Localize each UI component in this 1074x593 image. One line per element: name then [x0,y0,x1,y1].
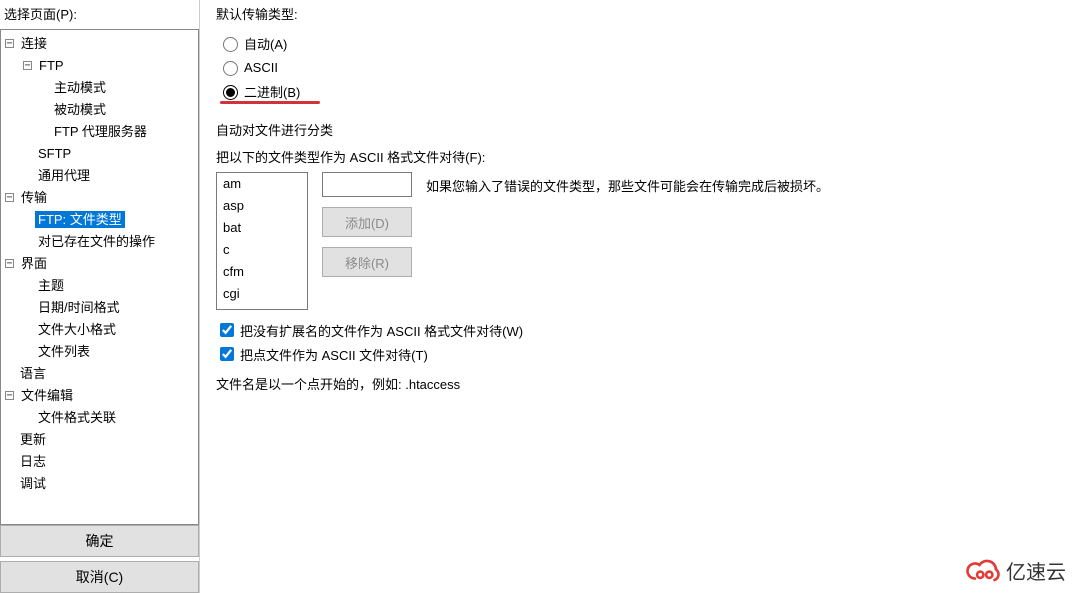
radio-auto-label: 自动(A) [244,34,287,53]
collapse-icon[interactable]: − [5,193,14,202]
radio-ascii[interactable] [223,61,238,76]
cloud-icon [966,557,1002,585]
collapse-icon[interactable]: − [5,391,14,400]
default-transfer-type-label: 默认传输类型: [216,4,1062,23]
radio-ascii-label: ASCII [244,60,278,75]
list-item[interactable]: bat [217,217,307,239]
tree-passive-mode[interactable]: 被动模式 [1,98,198,120]
brand-text: 亿速云 [1006,556,1066,585]
tree-ftp-file-types[interactable]: FTP: 文件类型 [1,208,198,230]
tree-ftp[interactable]: −FTP [1,54,198,76]
radio-auto[interactable] [223,37,238,52]
chk-dotfiles-row[interactable]: 把点文件作为 ASCII 文件对待(T) [216,342,1062,366]
tree-language[interactable]: 语言 [1,362,198,384]
tree-transfer[interactable]: −传输 [1,186,198,208]
radio-binary-label: 二进制(B) [244,82,300,101]
add-button[interactable]: 添加(D) [322,207,412,237]
right-pane: 默认传输类型: 自动(A) ASCII 二进制(B) 自动对文件进行分类 把以下… [200,0,1074,593]
tree-ftp-proxy[interactable]: FTP 代理服务器 [1,120,198,142]
tree-generic-proxy[interactable]: 通用代理 [1,164,198,186]
chk-no-ext-row[interactable]: 把没有扩展名的文件作为 ASCII 格式文件对待(W) [216,318,1062,342]
remove-button[interactable]: 移除(R) [322,247,412,277]
tree-file-assoc[interactable]: 文件格式关联 [1,406,198,428]
select-page-label: 选择页面(P): [0,0,199,29]
collapse-icon[interactable]: − [23,61,32,70]
tree-file-edit[interactable]: −文件编辑 [1,384,198,406]
radio-ascii-row[interactable]: ASCII [218,55,1062,79]
tree-theme[interactable]: 主题 [1,274,198,296]
radio-auto-row[interactable]: 自动(A) [218,31,1062,55]
tree-update[interactable]: 更新 [1,428,198,450]
tree-sftp[interactable]: SFTP [1,142,198,164]
page-tree[interactable]: −连接 −FTP 主动模式 被动模式 FTP 代理服务器 SFTP 通用代理 −… [0,29,199,525]
ascii-extensions-listbox[interactable]: am asp bat c cfm cgi [216,172,308,310]
tree-filelist[interactable]: 文件列表 [1,340,198,362]
collapse-icon[interactable]: − [5,259,14,268]
tree-datetime[interactable]: 日期/时间格式 [1,296,198,318]
ok-button[interactable]: 确定 [0,525,199,557]
list-item[interactable]: am [217,173,307,195]
tree-active-mode[interactable]: 主动模式 [1,76,198,98]
hint-text: 如果您输入了错误的文件类型，那些文件可能会在传输完成后被损坏。 [426,172,1062,195]
radio-binary-row[interactable]: 二进制(B) [218,79,1062,103]
tree-file-exists[interactable]: 对已存在文件的操作 [1,230,198,252]
brand-logo: 亿速云 [966,556,1066,585]
radio-binary[interactable] [223,85,238,100]
chk-no-ext-label: 把没有扩展名的文件作为 ASCII 格式文件对待(W) [240,321,523,340]
tree-debug[interactable]: 调试 [1,472,198,494]
treat-as-ascii-label: 把以下的文件类型作为 ASCII 格式文件对待(F): [216,147,1062,166]
dotfile-note: 文件名是以一个点开始的，例如: .htaccess [216,374,1062,393]
new-extension-input[interactable] [322,172,412,197]
collapse-icon[interactable]: − [5,39,14,48]
chk-no-ext[interactable] [220,323,234,337]
left-pane: 选择页面(P): −连接 −FTP 主动模式 被动模式 FTP 代理服务器 SF… [0,0,200,593]
list-item[interactable]: c [217,239,307,261]
tree-interface[interactable]: −界面 [1,252,198,274]
list-item[interactable]: cfm [217,261,307,283]
chk-dotfiles-label: 把点文件作为 ASCII 文件对待(T) [240,345,428,364]
cancel-button[interactable]: 取消(C) [0,561,199,593]
auto-classify-label: 自动对文件进行分类 [216,120,1062,139]
tree-connection[interactable]: −连接 [1,32,198,54]
list-item[interactable]: cgi [217,283,307,305]
red-underline-annotation [220,101,320,104]
tree-filesize[interactable]: 文件大小格式 [1,318,198,340]
list-item[interactable]: asp [217,195,307,217]
chk-dotfiles[interactable] [220,347,234,361]
tree-log[interactable]: 日志 [1,450,198,472]
